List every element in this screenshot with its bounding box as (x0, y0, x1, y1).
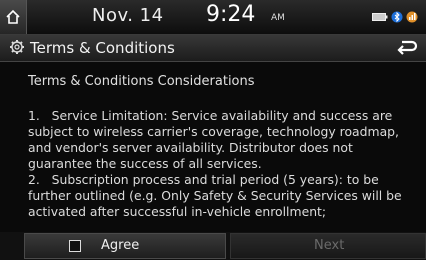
next-label: Next (314, 238, 345, 253)
gear-icon (10, 40, 24, 54)
agree-checkbox[interactable] (69, 240, 81, 252)
page-title: Terms & Conditions (30, 39, 175, 57)
agree-button[interactable]: Agree (24, 233, 226, 259)
status-ampm: AM (271, 13, 285, 23)
next-button[interactable]: Next (230, 233, 426, 259)
battery-icon (372, 13, 388, 21)
terms-heading: Terms & Conditions Considerations (28, 74, 255, 89)
bottom-bar: Agree Next (0, 232, 426, 260)
status-icons (372, 11, 418, 23)
bluetooth-icon (391, 11, 403, 23)
agree-label: Agree (101, 238, 140, 253)
status-date: Nov. 14 (92, 5, 164, 26)
status-time: 9:24 (206, 2, 256, 27)
home-icon (6, 9, 20, 24)
title-bar: Terms & Conditions (0, 35, 426, 62)
status-bar: Nov. 14 9:24 AM (0, 0, 426, 35)
home-button[interactable] (0, 0, 27, 34)
signal-icon (406, 11, 418, 23)
terms-body-text: 1. Service Limitation: Service availabil… (28, 108, 402, 219)
back-arrow-icon[interactable] (396, 39, 418, 57)
terms-content[interactable]: Terms & Conditions Considerations 1. Ser… (0, 62, 426, 232)
